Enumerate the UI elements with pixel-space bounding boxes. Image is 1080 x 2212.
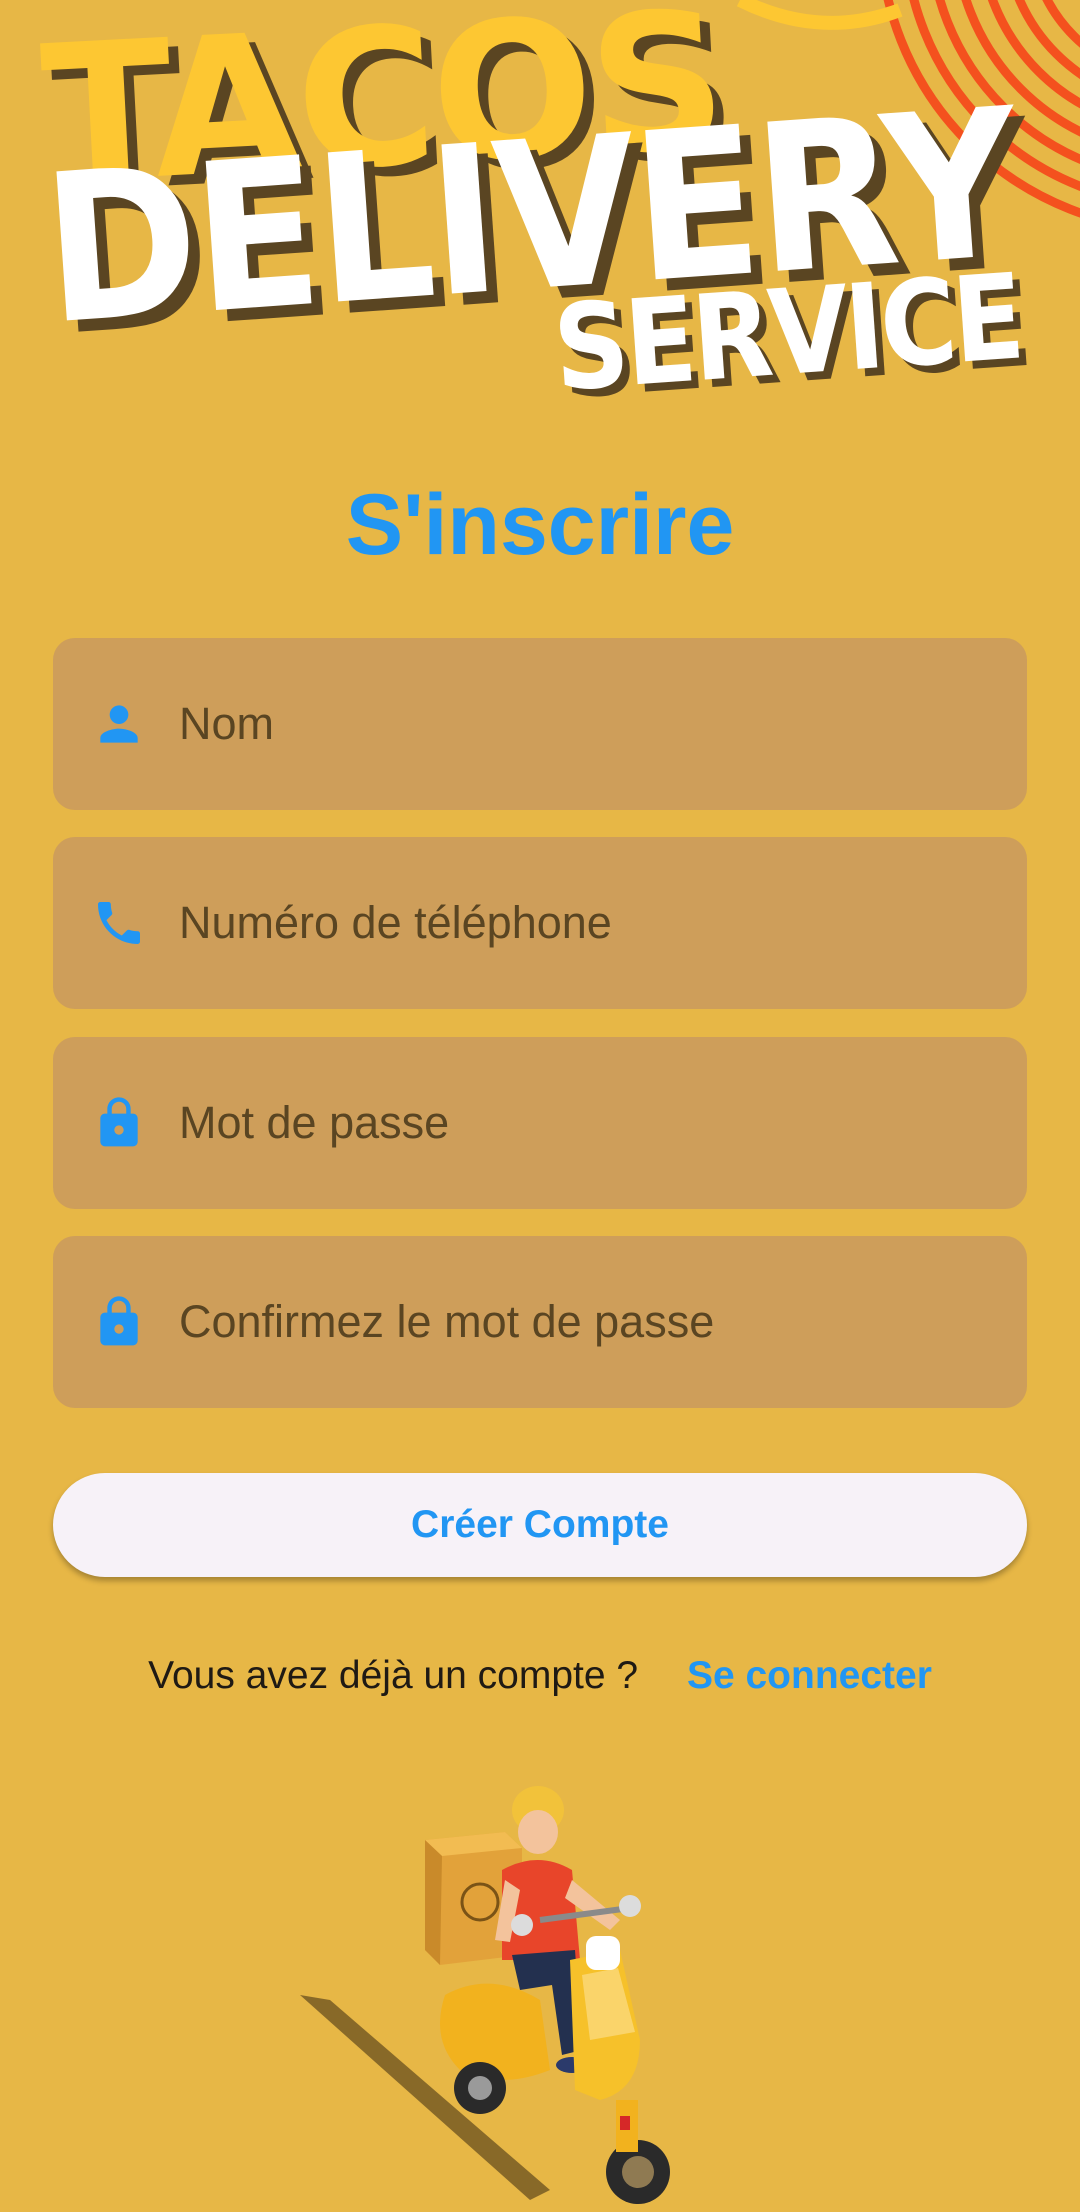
create-account-button[interactable]: Créer Compte bbox=[53, 1473, 1027, 1577]
signup-screen: TACOS DELIVERY SERVICE S'inscrire Créer … bbox=[0, 0, 1080, 2212]
phone-input[interactable] bbox=[179, 837, 999, 1009]
page-title: S'inscrire bbox=[345, 477, 735, 573]
lock-icon bbox=[91, 1095, 147, 1151]
phone-icon bbox=[91, 895, 147, 951]
person-icon bbox=[91, 696, 147, 752]
password-field[interactable] bbox=[53, 1037, 1027, 1209]
login-question-text: Vous avez déjà un compte ? bbox=[148, 1654, 639, 1697]
login-prompt: Vous avez déjà un compte ? Se connecter bbox=[0, 1646, 1080, 1706]
tacos-delivery-logo: TACOS DELIVERY SERVICE bbox=[0, 0, 1080, 440]
delivery-scooter-illustration bbox=[290, 1770, 710, 2212]
confirm-password-field[interactable] bbox=[53, 1236, 1027, 1408]
confirm-password-input[interactable] bbox=[179, 1236, 999, 1408]
phone-field[interactable] bbox=[53, 837, 1027, 1009]
logo-word-service: SERVICE bbox=[549, 247, 1025, 418]
login-link[interactable]: Se connecter bbox=[687, 1654, 932, 1697]
lock-icon bbox=[91, 1294, 147, 1350]
name-field[interactable] bbox=[53, 638, 1027, 810]
name-input[interactable] bbox=[179, 638, 999, 810]
password-input[interactable] bbox=[179, 1037, 999, 1209]
